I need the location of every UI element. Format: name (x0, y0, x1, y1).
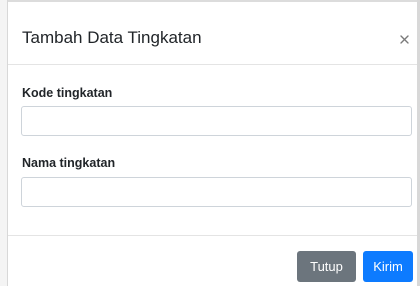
close-icon (399, 34, 409, 44)
close-button[interactable] (397, 32, 411, 46)
submit-button[interactable]: Kirim (363, 251, 413, 282)
dialog-header: Tambah Data Tingkatan (8, 2, 417, 65)
close-dialog-button[interactable]: Tutup (297, 251, 356, 282)
add-level-dialog: Tambah Data Tingkatan Kode tingkatan Nam… (8, 2, 417, 286)
kode-tingkatan-label: Kode tingkatan (22, 86, 113, 100)
dialog-title: Tambah Data Tingkatan (22, 28, 202, 47)
dialog-body: Kode tingkatan Nama tingkatan (8, 65, 417, 235)
kode-tingkatan-input[interactable] (21, 106, 412, 136)
dialog-footer: Tutup Kirim (8, 235, 417, 287)
left-edge (0, 0, 8, 286)
nama-tingkatan-label: Nama tingkatan (22, 156, 116, 170)
nama-tingkatan-input[interactable] (21, 177, 412, 207)
